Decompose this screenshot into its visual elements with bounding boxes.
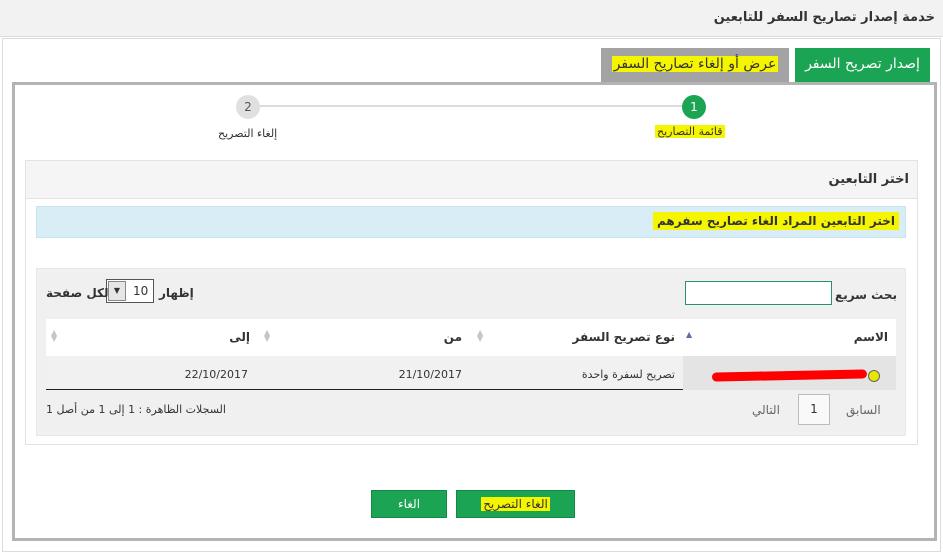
- table-header-row: [46, 319, 896, 356]
- search-label: بحث سريع :: [826, 288, 897, 302]
- row-from-date: 21/10/2017: [398, 368, 462, 381]
- wizard-progress-line: [248, 105, 694, 107]
- wizard-step-1-label: قائمة التصاريح: [655, 125, 725, 138]
- column-header-name[interactable]: الاسم: [854, 330, 888, 344]
- per-page-value: 10: [133, 284, 149, 298]
- tab-issue-permit[interactable]: إصدار تصريح السفر: [795, 48, 930, 83]
- row-to-date: 22/10/2017: [184, 368, 248, 381]
- page-title: خدمة إصدار تصاريح السفر للتابعين: [713, 10, 935, 25]
- panel-header: [26, 161, 917, 199]
- pagination-next[interactable]: التالي: [752, 403, 780, 417]
- chevron-down-icon[interactable]: ▼: [108, 281, 126, 301]
- column-header-to[interactable]: إلى: [229, 330, 250, 344]
- per-page-label: لكل صفحة: [46, 286, 109, 300]
- pagination-prev[interactable]: السابق: [846, 403, 881, 417]
- tab-view-cancel-label: عرض أو إلغاء تصاريح السفر: [611, 56, 779, 72]
- sort-both-icon[interactable]: ▲ ▼: [477, 329, 483, 343]
- sort-both-icon[interactable]: ▲ ▼: [51, 329, 57, 343]
- show-label: إظهار: [159, 286, 194, 300]
- search-input[interactable]: [685, 281, 832, 305]
- per-page-select[interactable]: ▼ 10: [106, 279, 154, 303]
- cancel-permit-button[interactable]: الغاء التصريح: [456, 490, 575, 518]
- wizard-step-2-label: إلغاء التصريح: [218, 127, 278, 140]
- row-permit-type: تصريح لسفرة واحدة: [581, 368, 675, 381]
- row-select-radio[interactable]: [868, 370, 880, 382]
- column-header-permit-type[interactable]: نوع تصريح السفر: [573, 330, 675, 344]
- sort-asc-icon[interactable]: ▲: [686, 331, 692, 339]
- wizard-step-2-circle[interactable]: 2: [236, 95, 260, 119]
- info-alert-text: اختر التابعين المراد الغاء تصاريح سفرهم: [653, 212, 899, 230]
- records-info: السجلات الظاهرة : 1 إلى 1 من أصل 1: [46, 403, 226, 416]
- cancel-permit-label: الغاء التصريح: [481, 497, 550, 511]
- pagination-page-1[interactable]: 1: [798, 394, 830, 425]
- cancel-button[interactable]: الغاء: [371, 490, 447, 518]
- wizard-step-1-circle[interactable]: 1: [682, 95, 706, 119]
- column-header-from[interactable]: من: [444, 330, 462, 344]
- panel-title: اختر التابعين: [828, 172, 910, 187]
- sort-both-icon[interactable]: ▲ ▼: [264, 329, 270, 343]
- tab-view-cancel-permits[interactable]: عرض أو إلغاء تصاريح السفر: [601, 48, 789, 83]
